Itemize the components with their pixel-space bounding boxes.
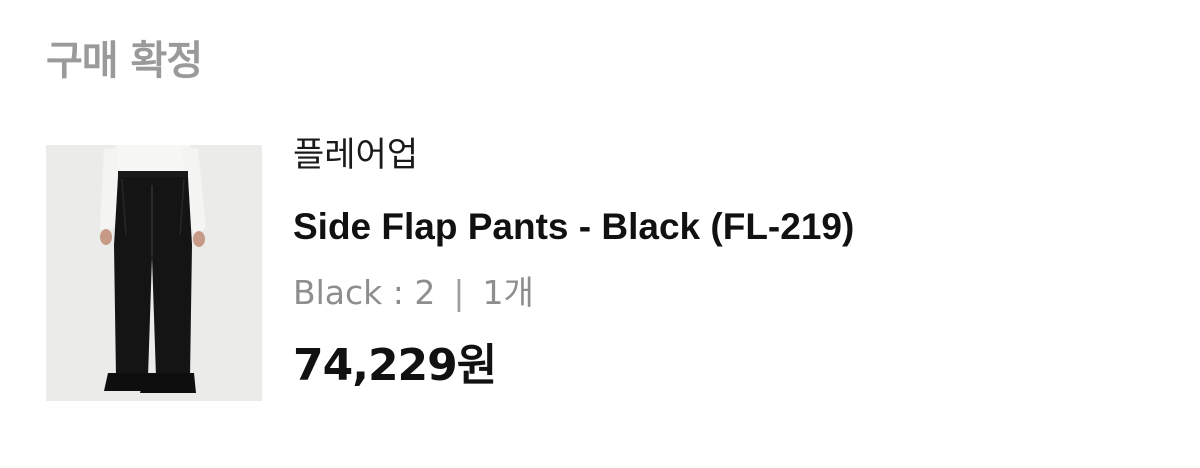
product-price: 74,229원 [293,340,497,391]
product-info: 플레어업 Side Flap Pants - Black (FL-219) Bl… [293,130,1153,394]
order-status-title: 구매 확정 [46,38,203,84]
option-separator: | [453,273,465,312]
quantity-value: 1개 [482,273,534,312]
option-value: Black : 2 [293,273,436,312]
product-thumbnail[interactable] [46,145,262,401]
product-name[interactable]: Side Flap Pants - Black (FL-219) [293,204,1153,250]
product-photo [46,145,262,401]
brand-name[interactable]: 플레어업 [293,130,1153,180]
product-options: Black : 2 | 1개 [293,270,1153,316]
